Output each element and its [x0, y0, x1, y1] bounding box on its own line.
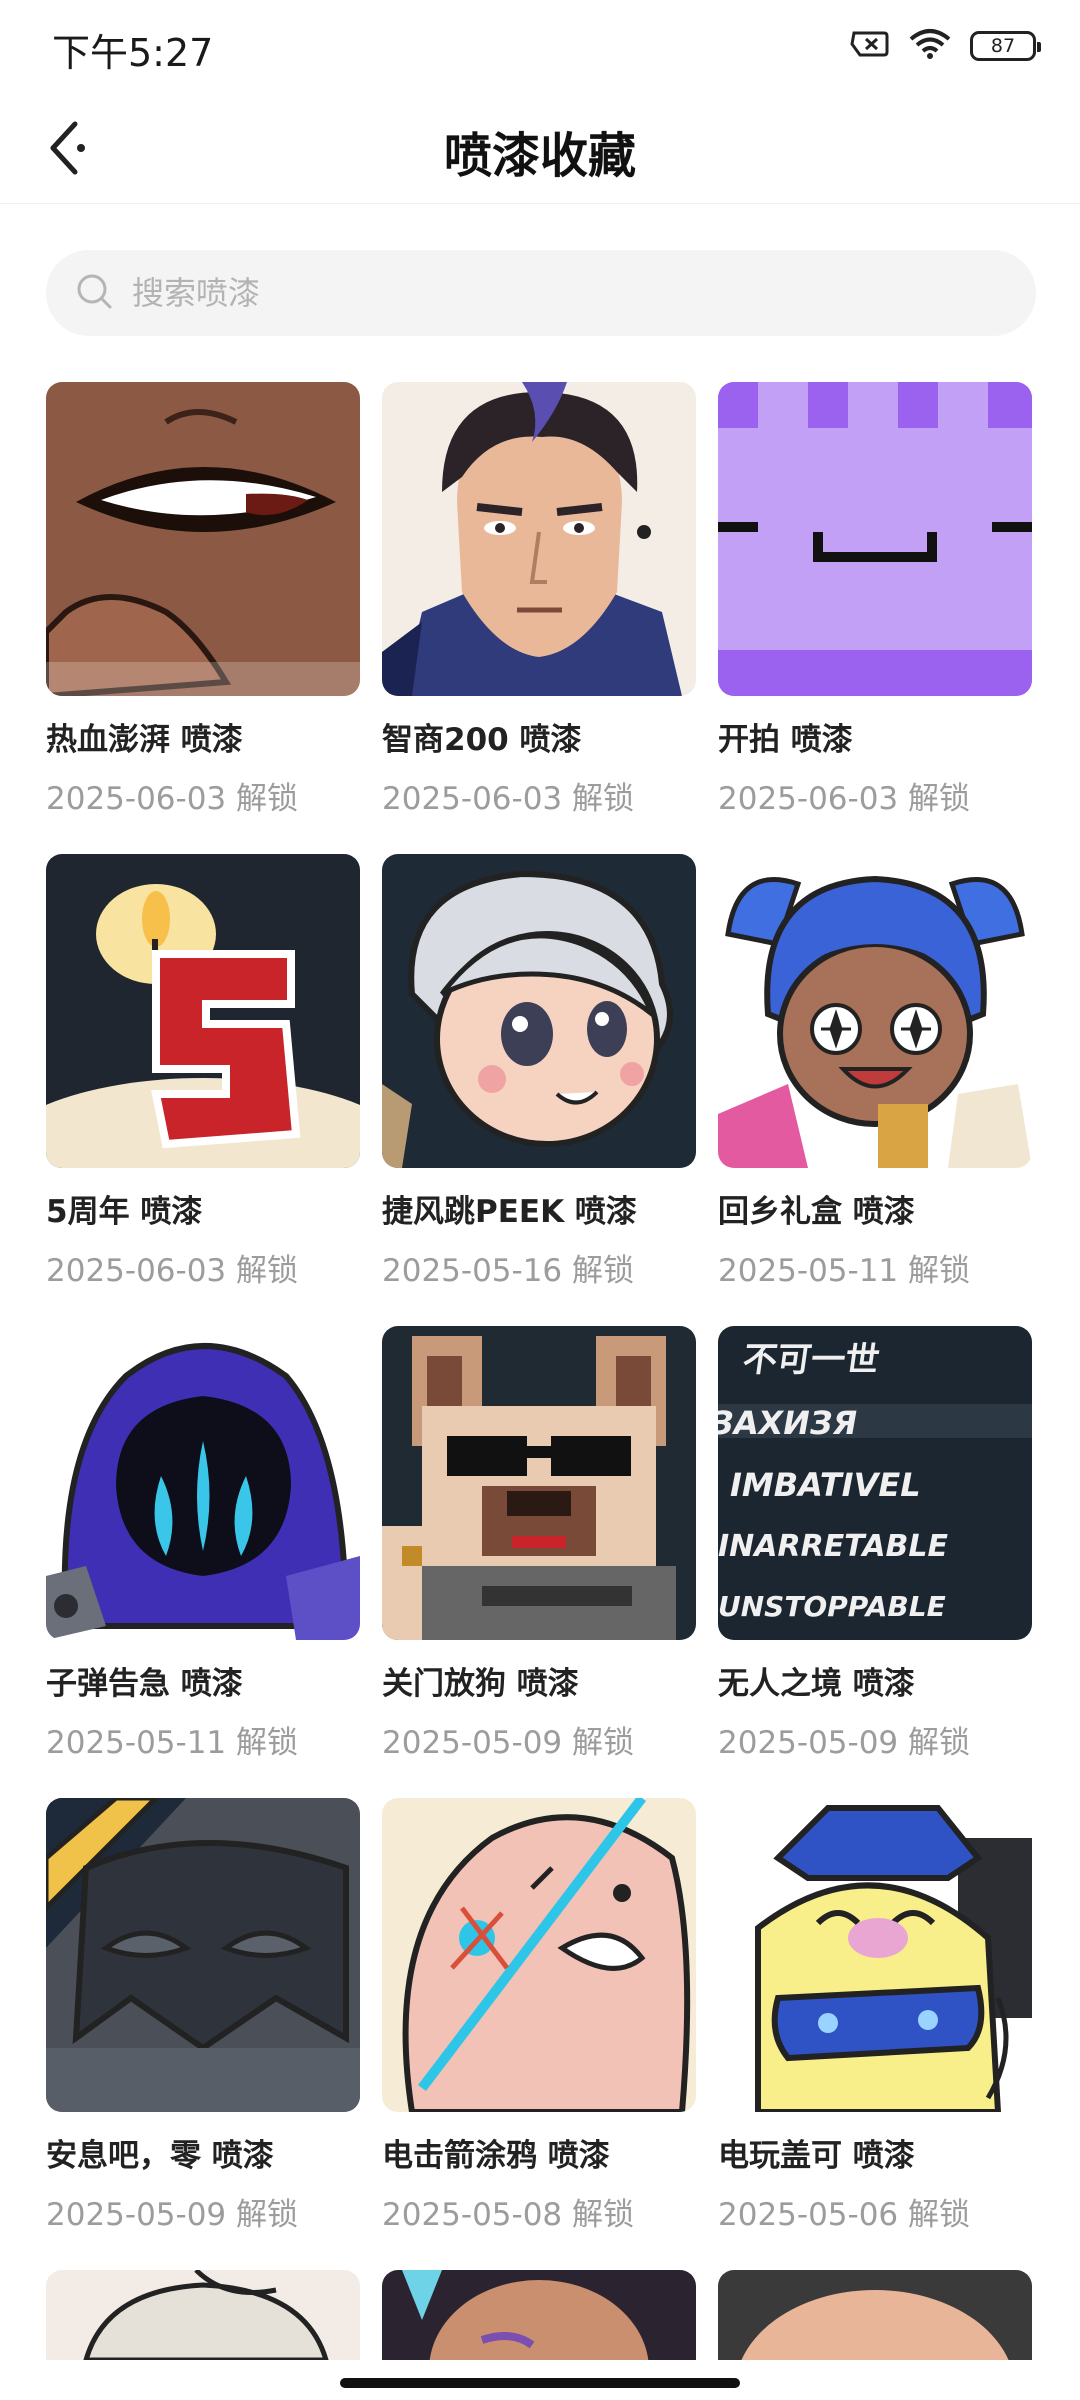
- spray-text-art-line: IMBATIVEL: [730, 1466, 921, 1504]
- spray-card[interactable]: 5周年 喷漆 2025-06-03 解锁: [46, 854, 360, 1289]
- spray-name: 子弹告急 喷漆: [46, 1666, 243, 1702]
- spray-thumbnail: [46, 382, 360, 696]
- spray-card[interactable]: 安息吧，零 喷漆 2025-05-09 解锁: [46, 1798, 360, 2233]
- spray-card[interactable]: 关门放狗 喷漆 2025-05-09 解锁: [382, 1326, 696, 1761]
- spray-card[interactable]: 电击箭涂鸦 喷漆 2025-05-08 解锁: [382, 1798, 696, 2233]
- spray-name: 关门放狗 喷漆: [382, 1666, 579, 1702]
- spray-unlock-date: 2025-05-11 解锁: [46, 1725, 299, 1761]
- spray-name: 开拍 喷漆: [718, 722, 853, 758]
- spray-thumbnail: [382, 1326, 696, 1640]
- battery-level: 87: [990, 35, 1016, 57]
- spray-text-art-line: INARRETABLE: [718, 1529, 949, 1564]
- spray-unlock-date: 2025-05-09 解锁: [382, 1725, 635, 1761]
- spray-name: 回乡礼盒 喷漆: [718, 1194, 915, 1230]
- spray-unlock-date: 2025-05-08 解锁: [382, 2197, 635, 2233]
- spray-card[interactable]: 热血澎湃 喷漆 2025-06-03 解锁: [46, 382, 360, 817]
- status-time: 下午5:27: [52, 31, 214, 75]
- spray-unlock-date: 2025-06-03 解锁: [46, 1253, 299, 1289]
- status-icons: 87: [850, 28, 1041, 64]
- battery-icon: 87: [970, 31, 1041, 61]
- spray-unlock-date: 2025-05-11 解锁: [718, 1253, 971, 1289]
- spray-unlock-date: 2025-05-16 解锁: [382, 1253, 635, 1289]
- search-input[interactable]: [132, 274, 932, 312]
- spray-card[interactable]: 智商200 喷漆 2025-06-03 解锁: [382, 382, 696, 817]
- spray-thumbnail: [382, 382, 696, 696]
- spray-name: 电玩盖可 喷漆: [718, 2138, 915, 2174]
- search-icon: [74, 271, 114, 315]
- spray-text-art-line: 不可一世: [740, 1340, 882, 1380]
- spray-thumbnail: [46, 1798, 360, 2112]
- spray-name: 5周年 喷漆: [46, 1194, 203, 1230]
- spray-card[interactable]: 电玩盖可 喷漆 2025-05-06 解锁: [718, 1798, 1032, 2233]
- nav-bar: 喷漆收藏: [0, 96, 1080, 204]
- spray-unlock-date: 2025-06-03 解锁: [382, 781, 635, 817]
- svg-text:ЗАХИЗЯ: ЗАХИЗЯ: [718, 1404, 860, 1442]
- search-bar[interactable]: [46, 250, 1036, 336]
- spray-card[interactable]: 开拍 喷漆 2025-06-03 解锁: [718, 382, 1032, 817]
- partial-row: [46, 2270, 1036, 2360]
- spray-thumbnail: [382, 1798, 696, 2112]
- wifi-icon: [908, 28, 952, 64]
- spray-thumbnail: [718, 854, 1032, 1168]
- spray-thumbnail[interactable]: [382, 2270, 696, 2360]
- spray-name: 无人之境 喷漆: [718, 1666, 915, 1702]
- spray-unlock-date: 2025-05-06 解锁: [718, 2197, 971, 2233]
- spray-thumbnail: [718, 1798, 1032, 2112]
- spray-name: 安息吧，零 喷漆: [46, 2138, 274, 2174]
- status-bar: 下午5:27 87: [0, 0, 1080, 96]
- spray-thumbnail: [718, 382, 1032, 696]
- spray-name: 热血澎湃 喷漆: [46, 722, 243, 758]
- page-title: 喷漆收藏: [443, 128, 636, 184]
- spray-unlock-date: 2025-06-03 解锁: [46, 781, 299, 817]
- spray-thumbnail: [46, 1326, 360, 1640]
- home-indicator[interactable]: [340, 2378, 740, 2388]
- spray-text-art-line: UNSTOPPABLE: [718, 1590, 946, 1623]
- spray-unlock-date: 2025-05-09 解锁: [718, 1725, 971, 1761]
- spray-card[interactable]: 子弹告急 喷漆 2025-05-11 解锁: [46, 1326, 360, 1761]
- spray-thumbnail[interactable]: [718, 2270, 1032, 2360]
- spray-name: 电击箭涂鸦 喷漆: [382, 2138, 610, 2174]
- sim-off-icon: [850, 29, 890, 63]
- spray-name: 智商200 喷漆: [382, 722, 582, 758]
- spray-unlock-date: 2025-05-09 解锁: [46, 2197, 299, 2233]
- spray-card[interactable]: 回乡礼盒 喷漆 2025-05-11 解锁: [718, 854, 1032, 1289]
- spray-card[interactable]: 不可一世 ЗАХИЗЯ IMBATIVEL INARRETABLE UNSTOP…: [718, 1326, 1032, 1761]
- spray-unlock-date: 2025-06-03 解锁: [718, 781, 971, 817]
- spray-thumbnail: [46, 854, 360, 1168]
- spray-thumbnail: 不可一世 ЗАХИЗЯ IMBATIVEL INARRETABLE UNSTOP…: [718, 1326, 1032, 1640]
- spray-name: 捷风跳PEEK 喷漆: [382, 1194, 637, 1230]
- spray-thumbnail[interactable]: [46, 2270, 360, 2360]
- spray-grid: 热血澎湃 喷漆 2025-06-03 解锁 智商200 喷漆 2025-06-0…: [46, 382, 1036, 2233]
- spray-card[interactable]: 捷风跳PEEK 喷漆 2025-05-16 解锁: [382, 854, 696, 1289]
- spray-thumbnail: [382, 854, 696, 1168]
